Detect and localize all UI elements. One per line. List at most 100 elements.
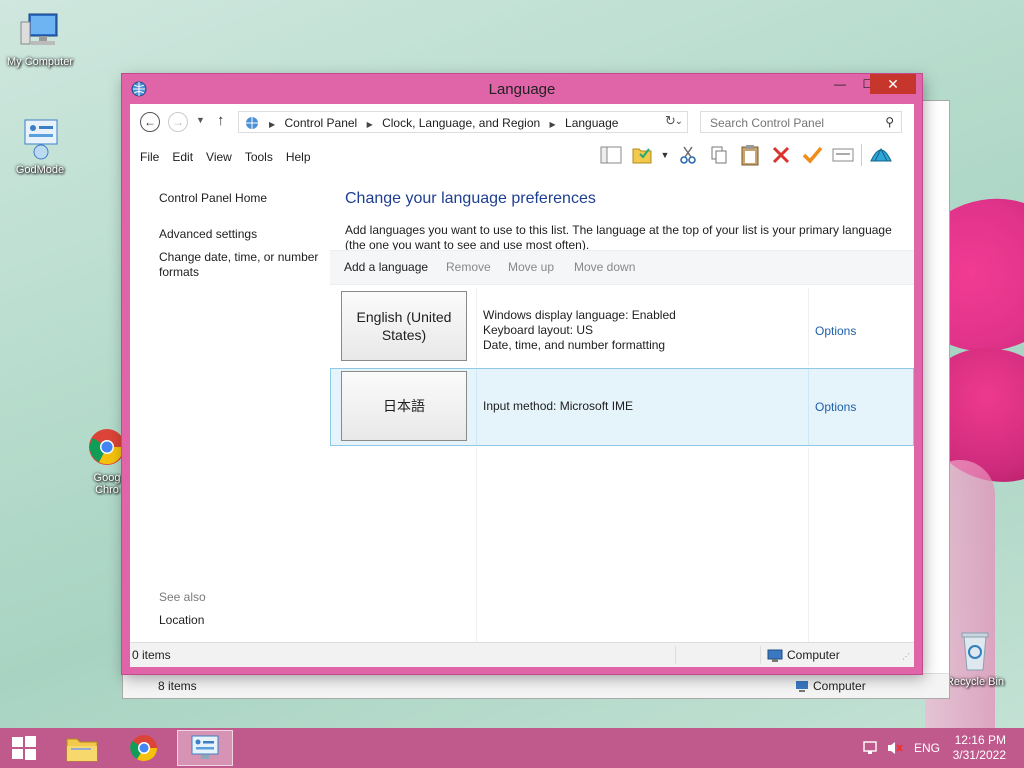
language-detail: Windows display language: Enabled [483,308,676,322]
taskbar: ENG 12:16 PM 3/31/2022 [0,728,1024,768]
language-command-bar: Add a language Remove Move up Move down [330,250,914,285]
desktop-icon-label: GodMode [15,164,65,176]
breadcrumb-chevron-icon[interactable]: ▶ [550,120,556,129]
language-details-english: Windows display language: Enabled Keyboa… [483,308,676,353]
control-panel-icon [17,118,63,160]
minimize-button[interactable]: — [826,74,854,94]
advanced-settings-link[interactable]: Advanced settings [159,227,257,242]
language-tile-english[interactable]: English (United States) [341,291,467,361]
control-panel-home-link[interactable]: Control Panel Home [159,191,267,206]
see-also-label: See also [159,590,206,604]
back-button[interactable]: ← [140,112,160,132]
refresh-icon[interactable]: ↻ [665,113,676,129]
window-title: Language [488,81,556,98]
menu-file[interactable]: File [140,150,159,164]
move-up-button[interactable]: Move up [508,260,554,274]
page-description: Add languages you want to use to this li… [345,223,892,252]
breadcrumb-chevron-icon[interactable]: ▶ [269,120,275,129]
computer-icon [17,10,63,52]
cut-icon[interactable] [675,144,701,166]
windows-logo-icon [12,736,36,760]
main-content: Change your language preferences Add lan… [330,170,914,646]
shell-icon[interactable] [868,144,894,166]
folder-icon [66,738,98,762]
search-icon[interactable]: ⚲ [885,115,894,129]
delete-icon[interactable] [768,144,794,166]
checkmark-icon[interactable] [799,144,825,166]
taskbar-file-explorer[interactable] [54,730,110,766]
layout-pane-icon[interactable] [598,144,624,166]
chrome-icon [130,735,158,762]
location-link[interactable]: Location [159,613,204,628]
toolbar: ▼ [598,144,899,166]
status-bar: 0 items Computer ⋰ [130,642,914,667]
input-language-indicator[interactable]: ENG [914,741,940,755]
language-detail: Input method: Microsoft IME [483,399,634,413]
desktop-icon-my-computer[interactable]: My Computer [0,10,80,68]
breadcrumb-control-panel[interactable]: Control Panel [285,116,358,130]
clock-time: 12:16 PM [954,733,1006,747]
start-button[interactable] [0,730,48,766]
address-row: ← → ▼ ↑ ▶ Control Panel ▶ Clock, Languag… [130,104,914,140]
breadcrumb-chevron-icon[interactable]: ▶ [367,120,373,129]
clock-date: 3/31/2022 [952,748,1006,762]
menu-edit[interactable]: Edit [172,150,193,164]
window-client-area: ← → ▼ ↑ ▶ Control Panel ▶ Clock, Languag… [130,104,914,667]
computer-icon [796,681,808,692]
change-date-time-formats-link[interactable]: Change date, time, or number formats [159,250,324,280]
menu-toolbar-row: File Edit View Tools Help ▼ [130,140,914,170]
status-divider [760,646,761,664]
forward-button[interactable]: → [168,112,188,132]
remove-button[interactable]: Remove [446,260,491,274]
menu-help[interactable]: Help [286,150,311,164]
breadcrumb-language[interactable]: Language [565,116,618,130]
taskbar-control-panel[interactable] [177,730,233,766]
close-button[interactable]: ✕ [870,74,916,94]
network-icon[interactable] [862,740,878,759]
column-divider [476,369,477,445]
move-down-button[interactable]: Move down [574,260,635,274]
column-divider [476,448,477,646]
language-options-link-japanese[interactable]: Options [815,400,856,414]
column-divider [808,369,809,445]
menu-view[interactable]: View [206,150,232,164]
language-options-link-english[interactable]: Options [815,324,856,338]
language-location-icon [246,117,258,129]
toolbar-dropdown-icon[interactable]: ▼ [660,144,670,166]
language-tile-japanese[interactable]: 日本語 [341,371,467,441]
taskbar-chrome[interactable] [116,730,172,766]
column-divider [808,448,809,646]
add-language-button[interactable]: Add a language [344,260,428,274]
left-pane: Control Panel Home Advanced settings Cha… [130,170,330,646]
language-details-japanese: Input method: Microsoft IME [483,399,633,414]
computer-icon [767,649,783,662]
breadcrumb-clock-language-region[interactable]: Clock, Language, and Region [382,116,540,130]
search-input[interactable] [708,113,882,133]
language-row-english[interactable]: English (United States) Windows display … [330,288,914,366]
properties-icon[interactable] [830,144,856,166]
recent-locations-dropdown[interactable]: ▼ [196,115,205,125]
paste-icon[interactable] [737,144,763,166]
copy-icon[interactable] [706,144,732,166]
control-panel-icon [191,735,219,759]
volume-muted-icon[interactable] [886,740,904,759]
clock[interactable]: 12:16 PM 3/31/2022 [953,733,1006,763]
language-detail: Date, time, and number formatting [483,338,666,352]
title-bar[interactable]: Language — ☐ ✕ [122,74,922,104]
column-divider [808,288,809,366]
status-location: Computer [767,648,840,662]
up-button[interactable]: ↑ [217,112,225,129]
address-bar[interactable]: ▶ Control Panel ▶ Clock, Language, and R… [238,111,688,133]
menu-tools[interactable]: Tools [245,150,273,164]
menu-bar: File Edit View Tools Help [140,150,324,164]
breadcrumb: ▶ Control Panel ▶ Clock, Language, and R… [269,116,624,130]
resize-grip-icon[interactable]: ⋰ [902,652,910,661]
page-title: Change your language preferences [345,190,596,207]
language-window: Language — ☐ ✕ ← → ▼ ↑ ▶ Control Panel ▶… [122,74,922,674]
folder-check-icon[interactable] [629,144,655,166]
status-divider [675,646,676,664]
desktop-icon-godmode[interactable]: GodMode [0,118,80,176]
toolbar-separator [861,144,862,166]
search-box[interactable]: ⚲ [700,111,902,133]
language-row-japanese[interactable]: 日本語 Input method: Microsoft IME Options [330,368,914,446]
